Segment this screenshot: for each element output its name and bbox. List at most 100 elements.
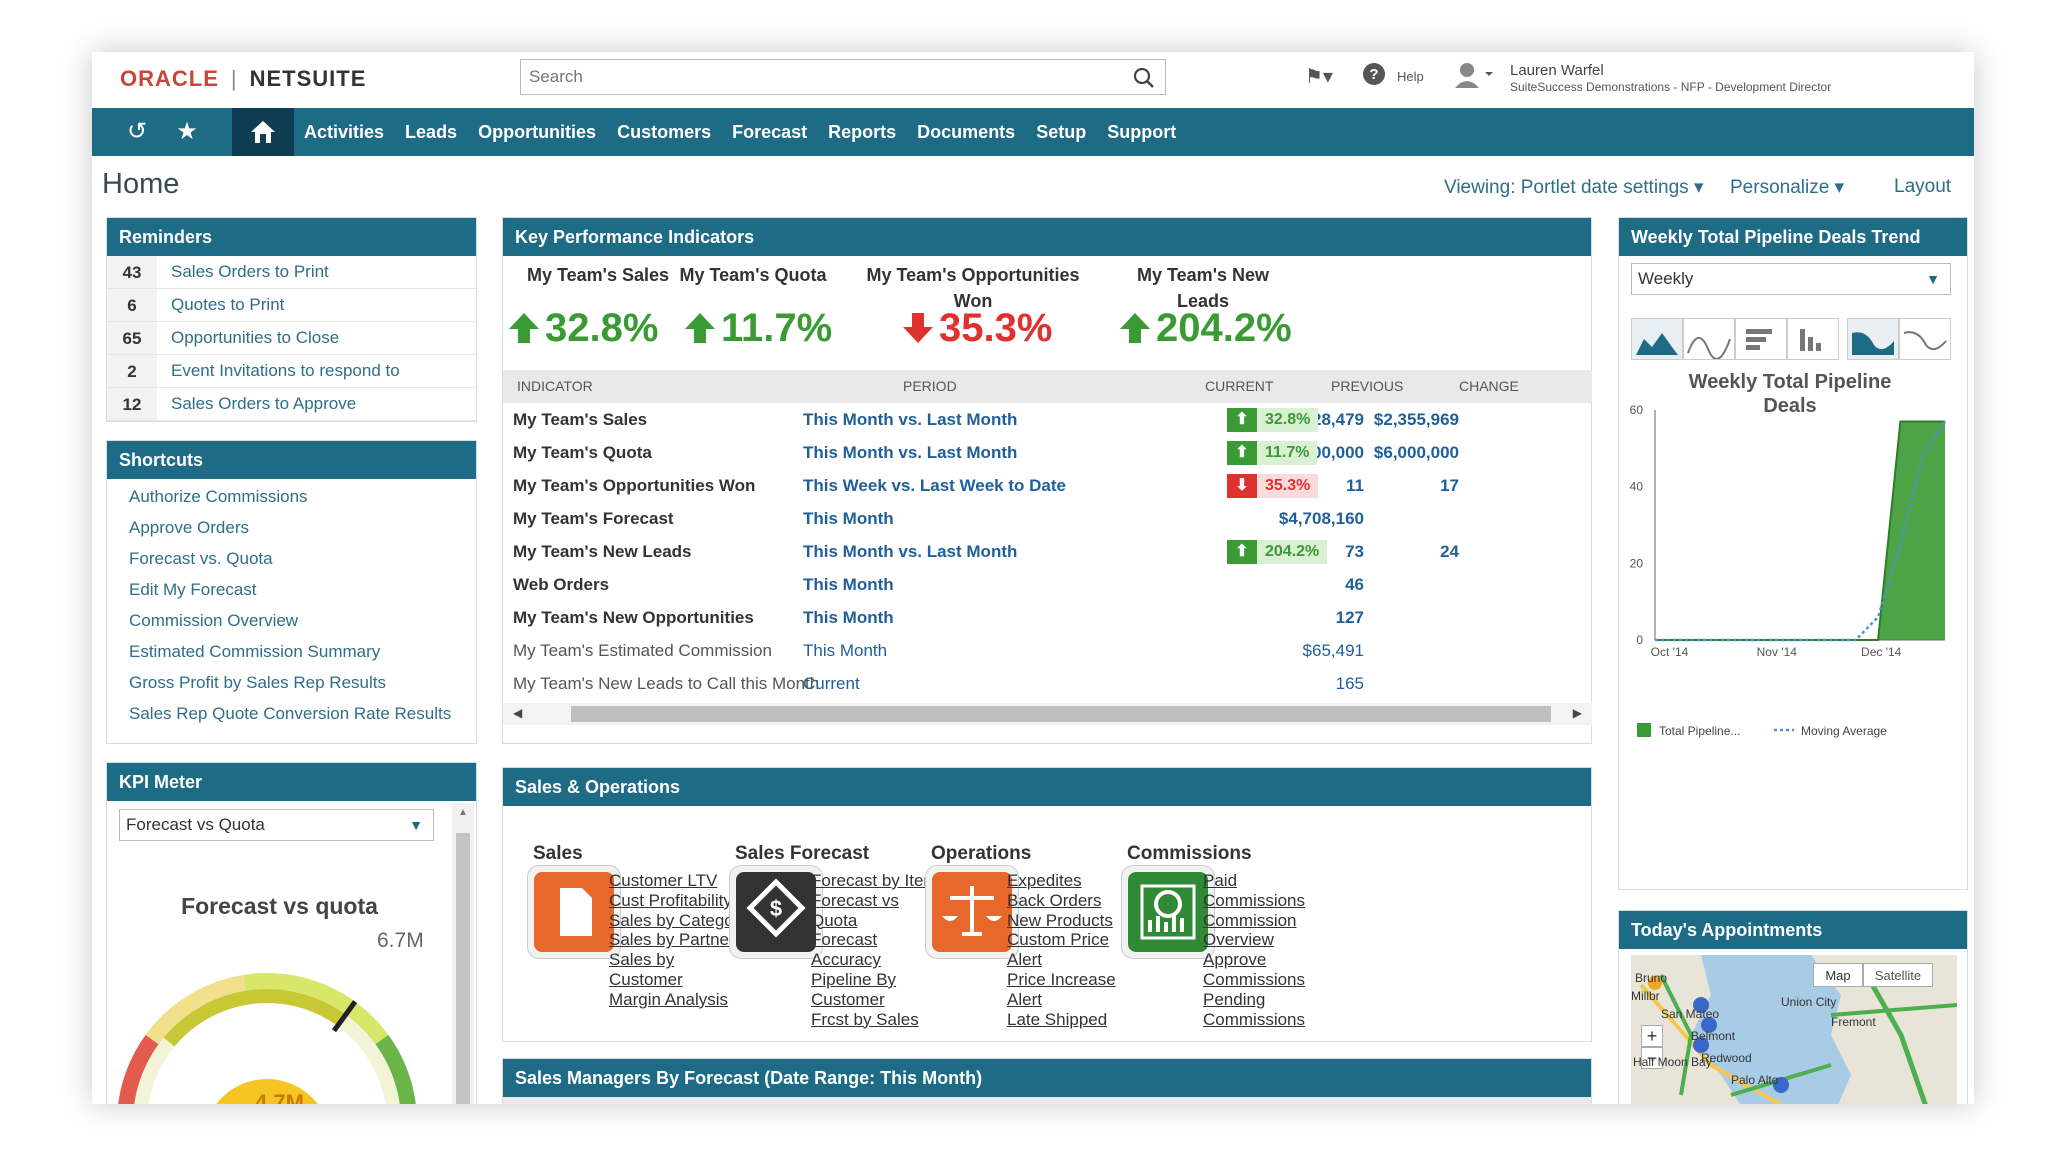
sales-ops-link[interactable]: Alert: [1007, 990, 1116, 1010]
nav-activities[interactable]: Activities: [304, 122, 384, 143]
kpi-indicator[interactable]: My Team's Quota: [513, 436, 652, 469]
reminder-row[interactable]: 2 Event Invitations to respond to: [107, 355, 476, 388]
home-icon[interactable]: [232, 108, 294, 156]
sales-ops-link[interactable]: Late Shipped: [1007, 1010, 1116, 1030]
kpi-row[interactable]: My Team's Forecast This Month $4,708,160: [503, 502, 1592, 535]
sales-ops-link[interactable]: Back Orders: [1007, 891, 1116, 911]
shortcut-link[interactable]: Commission Overview: [107, 605, 476, 636]
zoom-in-icon[interactable]: +: [1641, 1025, 1663, 1047]
kpi-row[interactable]: My Team's Quota This Month vs. Last Month…: [503, 436, 1592, 469]
shortcut-link[interactable]: Approve Orders: [107, 512, 476, 543]
shortcut-link[interactable]: Sales Rep Quote Conversion Rate Results: [107, 698, 476, 729]
kpi-row[interactable]: Web Orders This Month 46: [503, 568, 1592, 601]
shortcut-link[interactable]: Forecast vs. Quota: [107, 543, 476, 574]
sales-ops-link[interactable]: Commissions: [1203, 891, 1305, 911]
sales-ops-link[interactable]: Sales by Category: [609, 911, 748, 931]
reminder-row[interactable]: 65 Opportunities to Close: [107, 322, 476, 355]
layout-link[interactable]: Layout: [1894, 176, 1951, 198]
sales-ops-link[interactable]: Commissions: [1203, 970, 1305, 990]
kpi-indicator[interactable]: My Team's Sales: [513, 403, 647, 436]
sales-ops-link[interactable]: Cust Profitability: [609, 891, 748, 911]
reminder-link[interactable]: Opportunities to Close: [157, 328, 339, 348]
sales-ops-link[interactable]: Forecast vs: [811, 891, 938, 911]
bar-horizontal-icon[interactable]: [1735, 318, 1787, 360]
personalize-link[interactable]: Personalize ▾: [1730, 176, 1844, 199]
kpi-row[interactable]: My Team's New Leads This Month vs. Last M…: [503, 535, 1592, 568]
legend-label-moving-average[interactable]: Moving Average: [1801, 724, 1887, 738]
scroll-right-icon[interactable]: ▶: [1573, 706, 1582, 720]
kpi-row[interactable]: My Team's Opportunities Won This Week vs.…: [503, 469, 1592, 502]
sales-ops-link[interactable]: Margin Analysis: [609, 990, 748, 1010]
nav-opportunities[interactable]: Opportunities: [478, 122, 596, 143]
shortcut-link[interactable]: Authorize Commissions: [107, 481, 476, 512]
reminder-link[interactable]: Event Invitations to respond to: [157, 361, 400, 381]
recent-records-icon[interactable]: ⚑▾: [1305, 64, 1333, 89]
nav-reports[interactable]: Reports: [828, 122, 896, 143]
favorites-star-icon[interactable]: ★: [162, 108, 212, 156]
kpi-meter-scrollbar[interactable]: ▲: [452, 803, 474, 1104]
reminder-link[interactable]: Sales Orders to Approve: [157, 394, 356, 414]
kpi-indicator[interactable]: My Team's Estimated Commission: [513, 634, 772, 667]
sales-ops-link[interactable]: Paid: [1203, 871, 1305, 891]
operations-scale-icon[interactable]: [925, 865, 1019, 959]
sales-ops-link[interactable]: Pending: [1203, 990, 1305, 1010]
commissions-chart-icon[interactable]: [1121, 865, 1215, 959]
shortcut-link[interactable]: Gross Profit by Sales Rep Results: [107, 667, 476, 698]
sales-ops-link[interactable]: Expedites: [1007, 871, 1116, 891]
pipeline-period-select[interactable]: Weekly ▼: [1631, 263, 1951, 295]
search-input[interactable]: [521, 60, 1101, 94]
kpi-indicator[interactable]: My Team's New Leads to Call this Month: [513, 667, 819, 700]
legend-label-pipeline[interactable]: Total Pipeline...: [1659, 724, 1740, 738]
search-icon[interactable]: [1133, 67, 1155, 89]
nav-support[interactable]: Support: [1107, 122, 1176, 143]
nav-documents[interactable]: Documents: [917, 122, 1015, 143]
map-button[interactable]: Map: [1813, 963, 1863, 987]
reminder-row[interactable]: 43 Sales Orders to Print: [107, 256, 476, 289]
sales-ops-link[interactable]: Quota: [811, 911, 938, 931]
kpi-indicator[interactable]: My Team's Forecast: [513, 502, 674, 535]
kpi-row[interactable]: My Team's New Leads to Call this Month Cu…: [503, 667, 1592, 700]
nav-setup[interactable]: Setup: [1036, 122, 1086, 143]
nav-leads[interactable]: Leads: [405, 122, 457, 143]
line-chart-icon[interactable]: [1683, 318, 1735, 360]
sales-document-icon[interactable]: [527, 865, 621, 959]
kpi-meter-select[interactable]: Forecast vs Quota ▼: [119, 809, 434, 841]
sales-ops-link[interactable]: Forecast by Item: [811, 871, 938, 891]
kpi-horizontal-scrollbar[interactable]: ◀ ▶: [503, 703, 1592, 725]
netsuite-logo[interactable]: ORACLE | NETSUITE: [120, 66, 366, 92]
kpi-indicator[interactable]: My Team's New Opportunities: [513, 601, 754, 634]
sales-ops-link[interactable]: Sales by Partner: [609, 930, 748, 950]
spline-icon[interactable]: [1899, 318, 1951, 360]
appointments-map[interactable]: Map Satellite + − Union City Fremont San M…: [1631, 955, 1957, 1104]
help-icon[interactable]: ?: [1362, 62, 1386, 92]
sales-ops-link[interactable]: Overview: [1203, 930, 1305, 950]
column-chart-icon[interactable]: [1787, 318, 1839, 360]
kpi-row[interactable]: My Team's Estimated Commission This Month…: [503, 634, 1592, 667]
sales-ops-link[interactable]: Accuracy: [811, 950, 938, 970]
portlet-date-settings-link[interactable]: Viewing: Portlet date settings ▾: [1444, 176, 1704, 199]
sales-ops-link[interactable]: Commissions: [1203, 1010, 1305, 1030]
sales-ops-link[interactable]: Customer: [609, 970, 748, 990]
help-link[interactable]: Help: [1397, 69, 1424, 84]
kpi-row[interactable]: My Team's Sales This Month vs. Last Month…: [503, 403, 1592, 436]
sales-ops-link[interactable]: Alert: [1007, 950, 1116, 970]
sales-ops-link[interactable]: Customer: [811, 990, 938, 1010]
reminder-link[interactable]: Sales Orders to Print: [157, 262, 329, 282]
kpi-indicator[interactable]: Web Orders: [513, 568, 609, 601]
reminder-row[interactable]: 6 Quotes to Print: [107, 289, 476, 322]
kpi-indicator[interactable]: My Team's New Leads: [513, 535, 692, 568]
sales-ops-link[interactable]: Frcst by Sales: [811, 1010, 938, 1030]
sales-ops-link[interactable]: Forecast: [811, 930, 938, 950]
sales-ops-link[interactable]: Custom Price: [1007, 930, 1116, 950]
user-name[interactable]: Lauren Warfel: [1510, 62, 1604, 79]
sales-ops-link[interactable]: Sales by: [609, 950, 748, 970]
reminder-row[interactable]: 12 Sales Orders to Approve: [107, 388, 476, 421]
sales-ops-link[interactable]: Customer LTV: [609, 871, 748, 891]
user-avatar-icon[interactable]: [1454, 62, 1494, 94]
sales-ops-link[interactable]: Approve: [1203, 950, 1305, 970]
sales-ops-link[interactable]: Pipeline By: [811, 970, 938, 990]
kpi-row[interactable]: My Team's New Opportunities This Month 127: [503, 601, 1592, 634]
scroll-left-icon[interactable]: ◀: [513, 706, 522, 720]
shortcut-link[interactable]: Estimated Commission Summary: [107, 636, 476, 667]
search-box[interactable]: [520, 59, 1166, 95]
